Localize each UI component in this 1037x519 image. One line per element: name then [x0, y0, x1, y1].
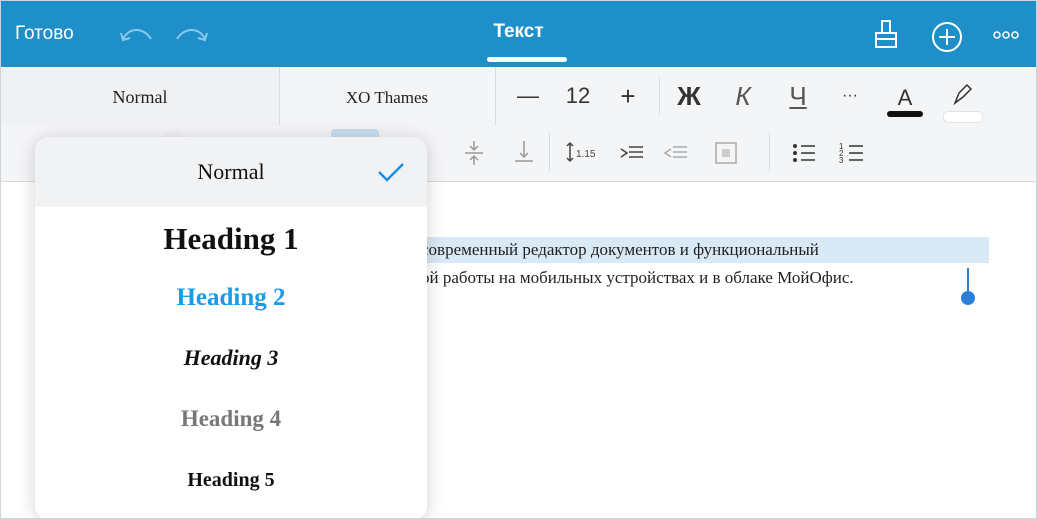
format-brush-icon[interactable] — [873, 19, 899, 49]
style-option-label: Heading 1 — [163, 221, 299, 256]
style-option-heading-2[interactable]: Heading 2 — [35, 273, 427, 323]
font-size-value[interactable]: 12 — [561, 81, 595, 111]
style-option-heading-1[interactable]: Heading 1 — [35, 211, 427, 267]
style-menu-popover: Normal Heading 1 Heading 2 Heading 3 Hea… — [35, 137, 427, 518]
app-window: Готово Текст Normal XO Thames — 12 + Ж К… — [0, 0, 1037, 519]
highlight-color-swatch — [943, 111, 983, 123]
style-option-label: Heading 4 — [180, 406, 282, 431]
increase-font-size-button[interactable]: + — [613, 81, 643, 111]
style-selector[interactable]: Normal — [1, 67, 280, 125]
format-toolbar: Normal XO Thames — 12 + Ж К Ч ··· A — [1, 67, 1036, 126]
undo-icon[interactable] — [119, 25, 155, 47]
indent-decrease-icon[interactable] — [661, 139, 691, 167]
text-color-button[interactable]: A — [885, 81, 925, 117]
svg-text:1.15: 1.15 — [576, 149, 596, 160]
add-circle-icon[interactable] — [931, 21, 963, 53]
style-option-normal[interactable]: Normal — [35, 137, 427, 207]
decrease-font-size-button[interactable]: — — [513, 81, 543, 111]
style-option-heading-5[interactable]: Heading 5 — [35, 455, 427, 505]
font-selector[interactable]: XO Thames — [279, 67, 496, 125]
toolbar-divider — [549, 133, 550, 171]
highlighter-icon — [953, 83, 973, 106]
document-line-selected[interactable]: современный редактор документов и функци… — [421, 237, 989, 263]
indent-increase-icon[interactable] — [617, 139, 647, 167]
italic-button[interactable]: К — [728, 81, 758, 111]
redo-icon[interactable] — [173, 25, 209, 47]
bold-button[interactable]: Ж — [673, 81, 705, 111]
spacing-collapse-icon[interactable] — [459, 139, 489, 167]
style-option-heading-4[interactable]: Heading 4 — [35, 394, 427, 444]
style-option-label: Heading 2 — [176, 284, 286, 311]
checkmark-icon — [378, 163, 404, 182]
bulleted-list-icon[interactable] — [789, 139, 819, 167]
highlight-button[interactable] — [941, 81, 983, 123]
style-option-heading-3[interactable]: Heading 3 — [35, 333, 427, 383]
text-color-swatch — [887, 111, 923, 117]
done-button[interactable]: Готово — [15, 23, 74, 45]
style-option-label: Heading 5 — [187, 469, 275, 491]
style-option-label: Normal — [197, 159, 265, 184]
svg-text:3: 3 — [839, 156, 844, 165]
space-after-icon[interactable] — [509, 139, 539, 167]
more-format-button[interactable]: ··· — [835, 81, 865, 111]
text-color-label: A — [897, 85, 913, 110]
style-selector-value: Normal — [112, 87, 168, 107]
active-tab-indicator — [487, 57, 567, 62]
underline-button[interactable]: Ч — [783, 81, 813, 111]
text-wrap-icon[interactable] — [711, 139, 741, 167]
line-spacing-icon[interactable]: 1.15 — [565, 139, 601, 167]
font-selector-value: XO Thames — [345, 88, 429, 107]
tab-text[interactable]: Текст — [493, 21, 543, 42]
toolbar-divider — [769, 133, 770, 171]
numbered-list-icon[interactable]: 1 2 3 — [837, 139, 867, 167]
top-bar: Готово Текст — [1, 1, 1036, 67]
style-option-label: Heading 3 — [183, 345, 279, 370]
more-dots-icon[interactable] — [991, 27, 1021, 43]
toolbar-divider — [659, 77, 660, 115]
document-line[interactable]: ой работы на мобильных устройствах и в о… — [421, 265, 854, 291]
selection-handle[interactable] — [961, 291, 975, 305]
